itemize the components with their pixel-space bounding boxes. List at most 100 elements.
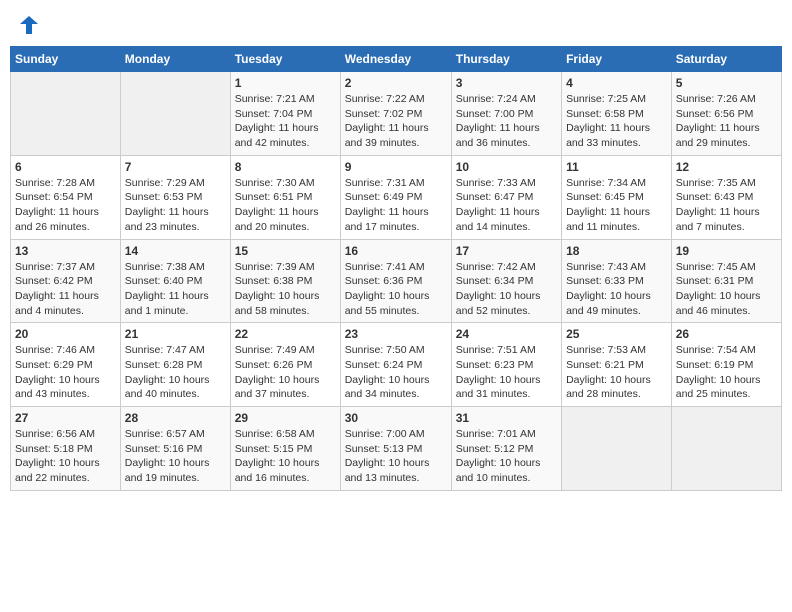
calendar-cell: 1 Sunrise: 7:21 AMSunset: 7:04 PMDaylight… (230, 72, 340, 156)
calendar-cell: 18 Sunrise: 7:43 AMSunset: 6:33 PMDayligh… (562, 239, 672, 323)
calendar-cell: 10 Sunrise: 7:33 AMSunset: 6:47 PMDayligh… (451, 155, 561, 239)
day-number: 12 (676, 160, 777, 174)
cell-content: Sunrise: 7:00 AMSunset: 5:13 PMDaylight:… (345, 427, 447, 486)
cell-content: Sunrise: 7:47 AMSunset: 6:28 PMDaylight:… (125, 343, 226, 402)
calendar-cell: 11 Sunrise: 7:34 AMSunset: 6:45 PMDayligh… (562, 155, 672, 239)
cell-content: Sunrise: 7:43 AMSunset: 6:33 PMDaylight:… (566, 260, 667, 319)
cell-content: Sunrise: 6:58 AMSunset: 5:15 PMDaylight:… (235, 427, 336, 486)
day-of-week-header: Friday (562, 47, 672, 72)
cell-content: Sunrise: 7:46 AMSunset: 6:29 PMDaylight:… (15, 343, 116, 402)
day-number: 5 (676, 76, 777, 90)
calendar-cell: 22 Sunrise: 7:49 AMSunset: 6:26 PMDayligh… (230, 323, 340, 407)
page-header (10, 10, 782, 40)
calendar-cell: 21Sunrise: 7:47 AMSunset: 6:28 PMDayligh… (120, 323, 230, 407)
day-number: 9 (345, 160, 447, 174)
cell-content: Sunrise: 7:01 AMSunset: 5:12 PMDaylight:… (456, 427, 557, 486)
day-number: 6 (15, 160, 116, 174)
day-number: 23 (345, 327, 447, 341)
cell-content: Sunrise: 7:34 AMSunset: 6:45 PMDaylight:… (566, 176, 667, 235)
calendar-header-row: SundayMondayTuesdayWednesdayThursdayFrid… (11, 47, 782, 72)
day-of-week-header: Sunday (11, 47, 121, 72)
day-number: 31 (456, 411, 557, 425)
day-number: 19 (676, 244, 777, 258)
day-number: 28 (125, 411, 226, 425)
day-of-week-header: Monday (120, 47, 230, 72)
day-of-week-header: Saturday (671, 47, 781, 72)
cell-content: Sunrise: 7:42 AMSunset: 6:34 PMDaylight:… (456, 260, 557, 319)
calendar-cell (120, 72, 230, 156)
day-of-week-header: Tuesday (230, 47, 340, 72)
calendar-cell (562, 407, 672, 491)
cell-content: Sunrise: 7:24 AMSunset: 7:00 PMDaylight:… (456, 92, 557, 151)
day-number: 13 (15, 244, 116, 258)
calendar-cell: 26 Sunrise: 7:54 AMSunset: 6:19 PMDayligh… (671, 323, 781, 407)
cell-content: Sunrise: 7:39 AMSunset: 6:38 PMDaylight:… (235, 260, 336, 319)
cell-content: Sunrise: 7:35 AMSunset: 6:43 PMDaylight:… (676, 176, 777, 235)
day-number: 22 (235, 327, 336, 341)
cell-content: Sunrise: 7:41 AMSunset: 6:36 PMDaylight:… (345, 260, 447, 319)
calendar-table: SundayMondayTuesdayWednesdayThursdayFrid… (10, 46, 782, 491)
calendar-cell: 17 Sunrise: 7:42 AMSunset: 6:34 PMDayligh… (451, 239, 561, 323)
day-number: 8 (235, 160, 336, 174)
calendar-cell (671, 407, 781, 491)
day-number: 10 (456, 160, 557, 174)
day-number: 30 (345, 411, 447, 425)
calendar-cell: 31 Sunrise: 7:01 AMSunset: 5:12 PMDayligh… (451, 407, 561, 491)
cell-content: Sunrise: 7:49 AMSunset: 6:26 PMDaylight:… (235, 343, 336, 402)
day-number: 27 (15, 411, 116, 425)
day-number: 18 (566, 244, 667, 258)
day-number: 11 (566, 160, 667, 174)
calendar-cell: 14 Sunrise: 7:38 AMSunset: 6:40 PMDayligh… (120, 239, 230, 323)
logo (16, 14, 40, 36)
calendar-week-row: 1 Sunrise: 7:21 AMSunset: 7:04 PMDaylight… (11, 72, 782, 156)
cell-content: Sunrise: 7:53 AMSunset: 6:21 PMDaylight:… (566, 343, 667, 402)
calendar-cell: 27 Sunrise: 6:56 AMSunset: 5:18 PMDayligh… (11, 407, 121, 491)
day-number: 29 (235, 411, 336, 425)
calendar-cell: 8Sunrise: 7:30 AMSunset: 6:51 PMDaylight… (230, 155, 340, 239)
day-number: 17 (456, 244, 557, 258)
calendar-cell: 19 Sunrise: 7:45 AMSunset: 6:31 PMDayligh… (671, 239, 781, 323)
day-number: 2 (345, 76, 447, 90)
calendar-cell: 15 Sunrise: 7:39 AMSunset: 6:38 PMDayligh… (230, 239, 340, 323)
day-number: 1 (235, 76, 336, 90)
cell-content: Sunrise: 7:26 AMSunset: 6:56 PMDaylight:… (676, 92, 777, 151)
cell-content: Sunrise: 7:45 AMSunset: 6:31 PMDaylight:… (676, 260, 777, 319)
cell-content: Sunrise: 7:29 AMSunset: 6:53 PMDaylight:… (125, 176, 226, 235)
calendar-cell: 5 Sunrise: 7:26 AMSunset: 6:56 PMDaylight… (671, 72, 781, 156)
calendar-week-row: 13 Sunrise: 7:37 AMSunset: 6:42 PMDayligh… (11, 239, 782, 323)
cell-content: Sunrise: 6:57 AMSunset: 5:16 PMDaylight:… (125, 427, 226, 486)
calendar-cell: 29 Sunrise: 6:58 AMSunset: 5:15 PMDayligh… (230, 407, 340, 491)
day-of-week-header: Thursday (451, 47, 561, 72)
day-number: 7 (125, 160, 226, 174)
cell-content: Sunrise: 7:37 AMSunset: 6:42 PMDaylight:… (15, 260, 116, 319)
cell-content: Sunrise: 7:28 AMSunset: 6:54 PMDaylight:… (15, 176, 116, 235)
cell-content: Sunrise: 7:31 AMSunset: 6:49 PMDaylight:… (345, 176, 447, 235)
calendar-cell: 13 Sunrise: 7:37 AMSunset: 6:42 PMDayligh… (11, 239, 121, 323)
calendar-cell: 3Sunrise: 7:24 AMSunset: 7:00 PMDaylight… (451, 72, 561, 156)
calendar-week-row: 6 Sunrise: 7:28 AMSunset: 6:54 PMDaylight… (11, 155, 782, 239)
day-number: 14 (125, 244, 226, 258)
day-number: 24 (456, 327, 557, 341)
cell-content: Sunrise: 7:33 AMSunset: 6:47 PMDaylight:… (456, 176, 557, 235)
calendar-cell: 30 Sunrise: 7:00 AMSunset: 5:13 PMDayligh… (340, 407, 451, 491)
day-of-week-header: Wednesday (340, 47, 451, 72)
day-number: 16 (345, 244, 447, 258)
calendar-cell: 23 Sunrise: 7:50 AMSunset: 6:24 PMDayligh… (340, 323, 451, 407)
calendar-week-row: 27 Sunrise: 6:56 AMSunset: 5:18 PMDayligh… (11, 407, 782, 491)
cell-content: Sunrise: 7:50 AMSunset: 6:24 PMDaylight:… (345, 343, 447, 402)
cell-content: Sunrise: 6:56 AMSunset: 5:18 PMDaylight:… (15, 427, 116, 486)
day-number: 4 (566, 76, 667, 90)
day-number: 15 (235, 244, 336, 258)
calendar-cell: 2 Sunrise: 7:22 AMSunset: 7:02 PMDaylight… (340, 72, 451, 156)
cell-content: Sunrise: 7:54 AMSunset: 6:19 PMDaylight:… (676, 343, 777, 402)
calendar-cell: 20Sunrise: 7:46 AMSunset: 6:29 PMDayligh… (11, 323, 121, 407)
calendar-cell: 24Sunrise: 7:51 AMSunset: 6:23 PMDayligh… (451, 323, 561, 407)
cell-content: Sunrise: 7:22 AMSunset: 7:02 PMDaylight:… (345, 92, 447, 151)
day-number: 26 (676, 327, 777, 341)
cell-content: Sunrise: 7:38 AMSunset: 6:40 PMDaylight:… (125, 260, 226, 319)
calendar-cell: 7 Sunrise: 7:29 AMSunset: 6:53 PMDaylight… (120, 155, 230, 239)
calendar-week-row: 20Sunrise: 7:46 AMSunset: 6:29 PMDayligh… (11, 323, 782, 407)
calendar-cell: 4Sunrise: 7:25 AMSunset: 6:58 PMDaylight… (562, 72, 672, 156)
cell-content: Sunrise: 7:21 AMSunset: 7:04 PMDaylight:… (235, 92, 336, 151)
logo-bird-icon (18, 14, 40, 36)
